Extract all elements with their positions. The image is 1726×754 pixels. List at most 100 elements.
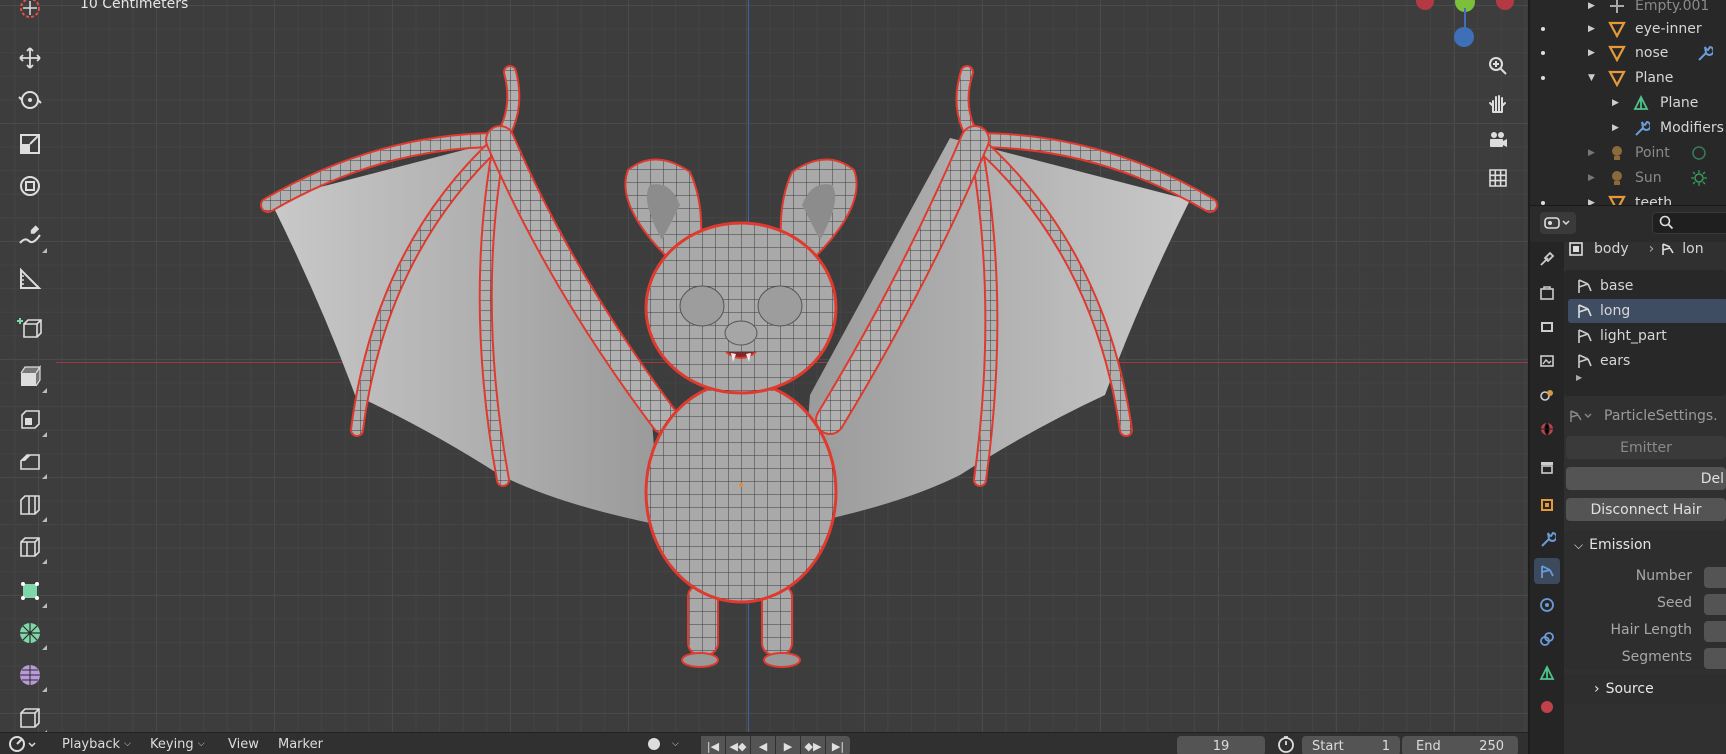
breadcrumb: body › lon — [1564, 234, 1726, 264]
outliner-item[interactable]: ▼ Plane — [1530, 66, 1726, 90]
camera-view-icon[interactable] — [1482, 124, 1514, 156]
particles-tab-icon[interactable] — [1534, 558, 1560, 584]
material-tab-icon[interactable] — [1534, 694, 1560, 720]
jump-prev-key-icon[interactable]: ◀◆ — [726, 736, 750, 754]
measure-icon[interactable] — [12, 261, 48, 297]
chevron-right-icon: › — [1648, 241, 1655, 257]
playback-menu[interactable]: Playback ⌵ — [62, 733, 131, 754]
tool-tab-icon[interactable] — [1534, 246, 1560, 272]
outliner[interactable]: ▶ Empty.001 ▶ eye-inner ▶ nose ▼ Plane ▶… — [1530, 0, 1726, 205]
3d-viewport[interactable]: 10 Centimeters — [0, 0, 1528, 732]
segments-field[interactable]: Segments — [1564, 647, 1726, 671]
particle-system-list: base long light_part ears ▶ — [1564, 270, 1726, 396]
collection-tab-icon[interactable] — [1534, 454, 1560, 480]
marker-menu[interactable]: Marker — [278, 733, 323, 754]
chevron-down-icon: ⌵ — [1574, 537, 1584, 552]
inset-icon[interactable] — [12, 402, 48, 438]
bat-model[interactable] — [0, 0, 1528, 732]
chevron-right-icon: › — [1594, 681, 1600, 697]
output-tab-icon[interactable] — [1534, 314, 1560, 340]
stopwatch-icon[interactable] — [1276, 733, 1296, 754]
outliner-item[interactable]: ▶ Point — [1530, 141, 1726, 165]
light-icon — [1612, 171, 1622, 185]
source-subpanel-header[interactable]: › Source — [1564, 674, 1726, 704]
annotate-icon[interactable] — [12, 218, 48, 254]
sun-icon — [1691, 170, 1707, 186]
list-item[interactable]: light_part — [1568, 324, 1726, 348]
data-tab-icon[interactable] — [1534, 660, 1560, 686]
poly-build-icon[interactable] — [12, 573, 48, 609]
shear-icon[interactable] — [12, 700, 48, 732]
loop-cut-icon[interactable] — [12, 487, 48, 523]
wrench-icon — [1635, 120, 1650, 136]
render-tab-icon[interactable] — [1534, 280, 1560, 306]
move-icon[interactable] — [12, 40, 48, 76]
object-tab-icon[interactable] — [1534, 492, 1560, 518]
bevel-icon[interactable] — [12, 444, 48, 480]
pan-hand-icon[interactable] — [1482, 87, 1514, 119]
emitter-type-button[interactable]: Emitter — [1566, 436, 1726, 459]
transform-icon[interactable] — [12, 168, 48, 204]
emission-panel-header[interactable]: ⌵ Emission — [1564, 530, 1726, 560]
play-reverse-icon[interactable]: ◀ — [751, 736, 775, 754]
timeline-header: Playback ⌵ Keying ⌵ View Marker ⌵ |◀ ◀◆ … — [0, 732, 1528, 754]
constraints-tab-icon[interactable] — [1534, 626, 1560, 652]
object-icon — [1569, 242, 1583, 256]
play-icon[interactable]: ▶ — [776, 736, 800, 754]
outliner-item[interactable]: ▶ Empty.001 — [1530, 0, 1726, 18]
outliner-item[interactable]: ▶ Modifiers — [1530, 116, 1726, 140]
list-item[interactable]: ears — [1568, 349, 1726, 373]
search-icon — [1659, 215, 1674, 230]
mesh-object-icon — [1608, 70, 1626, 87]
emission-panel: ⌵ Emission Number Seed Hair Length Segme… — [1564, 530, 1726, 670]
outliner-item[interactable]: ▶ nose — [1530, 41, 1726, 65]
properties-editor-type-button[interactable] — [1540, 212, 1576, 234]
list-item-active[interactable]: long — [1568, 299, 1726, 323]
view-menu[interactable]: View — [228, 733, 259, 754]
world-tab-icon[interactable] — [1534, 416, 1560, 442]
seed-field[interactable]: Seed — [1564, 593, 1726, 617]
hair-length-field[interactable]: Hair Length — [1564, 620, 1726, 644]
extrude-icon[interactable] — [12, 358, 48, 394]
end-frame-field[interactable]: End 250 — [1402, 736, 1518, 754]
jump-end-icon[interactable]: ▶| — [826, 736, 850, 754]
particle-settings-selector[interactable]: ParticleSettings. — [1564, 404, 1726, 428]
record-icon[interactable] — [648, 733, 660, 754]
jump-next-key-icon[interactable]: ◆▶ — [801, 736, 825, 754]
editor-type-icon[interactable] — [8, 733, 38, 754]
list-expand-icon[interactable]: ▶ — [1576, 373, 1582, 382]
breadcrumb-system: lon — [1682, 241, 1704, 257]
disconnect-hair-button[interactable]: Disconnect Hair — [1566, 498, 1726, 521]
view-layer-tab-icon[interactable] — [1534, 348, 1560, 374]
knife-icon[interactable] — [12, 529, 48, 565]
add-cube-icon[interactable] — [12, 310, 48, 346]
scene-tab-icon[interactable] — [1534, 382, 1560, 408]
scale-icon[interactable] — [12, 126, 48, 162]
start-frame-field[interactable]: Start 1 — [1302, 736, 1400, 754]
mesh-data-icon — [1633, 94, 1649, 110]
current-frame-field[interactable]: 19 — [1177, 736, 1265, 754]
modifiers-tab-icon[interactable] — [1534, 526, 1560, 552]
keyframe-dropdown-icon[interactable]: ⌵ — [672, 733, 679, 754]
properties-search-field[interactable] — [1652, 212, 1726, 234]
rotate-icon[interactable] — [12, 82, 48, 118]
ortho-grid-icon[interactable] — [1482, 162, 1514, 194]
outliner-item[interactable]: ▶ Sun — [1530, 166, 1726, 190]
number-field[interactable]: Number — [1564, 566, 1726, 590]
particle-system-icon — [1578, 304, 1592, 318]
outliner-item[interactable]: ▶ Plane — [1530, 91, 1726, 115]
list-item[interactable]: base — [1568, 274, 1726, 298]
zoom-icon[interactable] — [1482, 50, 1514, 82]
outliner-item[interactable]: ▶ teeth — [1530, 191, 1726, 205]
spin-icon[interactable] — [12, 615, 48, 651]
wrench-icon — [1698, 45, 1713, 61]
gizmo-z-circle[interactable] — [1454, 27, 1474, 47]
cursor-icon[interactable] — [12, 0, 48, 26]
delete-hair-button[interactable]: Del — [1566, 467, 1726, 490]
outliner-item[interactable]: ▶ eye-inner — [1530, 17, 1726, 41]
jump-start-icon[interactable]: |◀ — [701, 736, 725, 754]
physics-tab-icon[interactable] — [1534, 592, 1560, 618]
smooth-icon[interactable] — [12, 657, 48, 693]
mesh-object-icon — [1608, 21, 1626, 38]
keying-menu[interactable]: Keying ⌵ — [150, 733, 205, 754]
